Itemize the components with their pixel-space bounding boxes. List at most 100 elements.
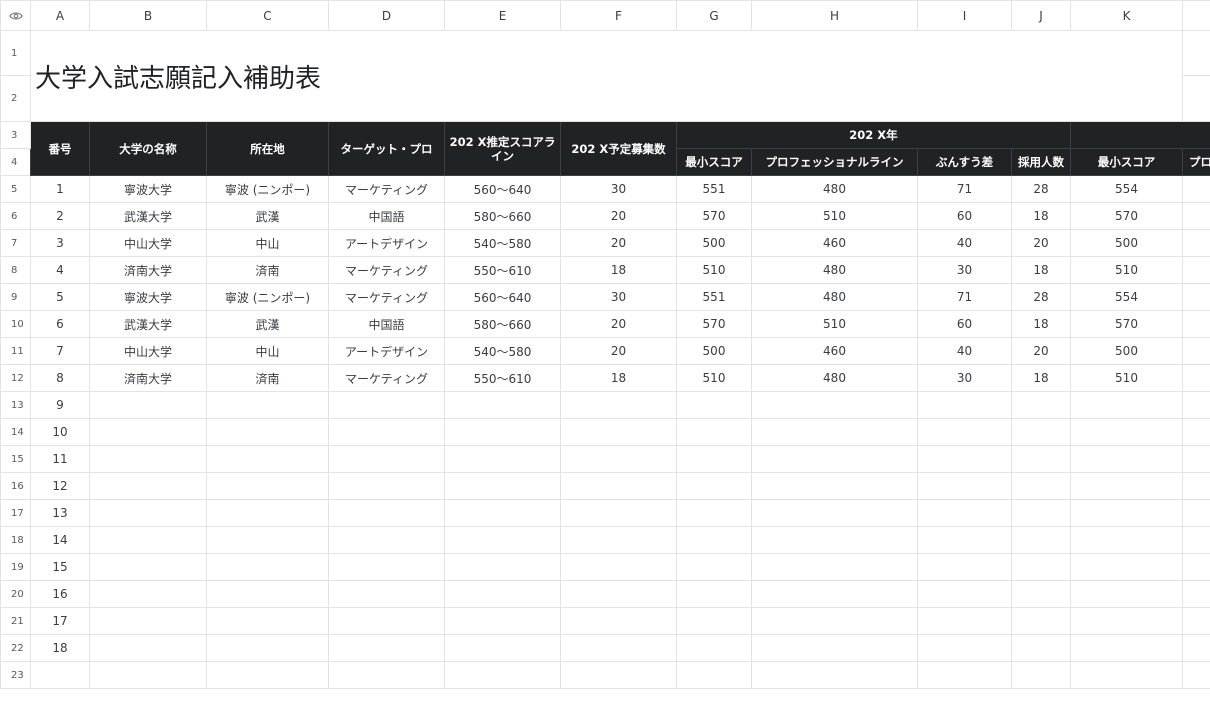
cell-hired-count[interactable]: 28 (1011, 283, 1071, 311)
cell[interactable] (328, 661, 445, 689)
cell[interactable] (1182, 418, 1210, 446)
cell-location[interactable]: 済南 (206, 256, 329, 284)
header-professional-line[interactable]: プロフェッショナルライン (751, 148, 918, 176)
cell[interactable] (89, 580, 207, 608)
column-header-f[interactable]: F (560, 0, 677, 31)
cell[interactable] (1070, 472, 1183, 500)
cell-min-score[interactable]: 570 (676, 202, 752, 230)
cell[interactable] (328, 391, 445, 419)
cell[interactable] (1011, 391, 1071, 419)
cell[interactable] (1070, 607, 1183, 635)
cell[interactable] (1182, 472, 1210, 500)
cell[interactable] (1011, 634, 1071, 662)
column-header-j[interactable]: J (1011, 0, 1071, 31)
cell-program[interactable]: マーケティング (328, 256, 445, 284)
row-number[interactable]: 4 (0, 148, 31, 176)
cell-planned-recruits[interactable]: 20 (560, 337, 677, 365)
cell[interactable] (328, 634, 445, 662)
cell[interactable] (328, 445, 445, 473)
cell-location[interactable]: 中山 (206, 337, 329, 365)
cell[interactable] (917, 553, 1012, 581)
cell[interactable] (206, 418, 329, 446)
cell[interactable] (676, 607, 752, 635)
cell-hired-count[interactable]: 20 (1011, 229, 1071, 257)
cell[interactable] (1182, 283, 1210, 311)
cell-planned-recruits[interactable]: 20 (560, 310, 677, 338)
cell-program[interactable]: マーケティング (328, 364, 445, 392)
cell[interactable] (1182, 229, 1210, 257)
header-min-score[interactable]: 最小スコア (676, 148, 752, 176)
cell[interactable] (1182, 337, 1210, 365)
cell[interactable] (676, 445, 752, 473)
cell-planned-recruits[interactable]: 30 (560, 283, 677, 311)
cell[interactable] (751, 607, 918, 635)
cell[interactable] (1182, 634, 1210, 662)
header-hired-count[interactable]: 採用人数 (1011, 148, 1071, 176)
cell-program[interactable]: 中国語 (328, 310, 445, 338)
cell[interactable] (444, 499, 561, 527)
cell[interactable] (1182, 445, 1210, 473)
cell-professional-line[interactable]: 480 (751, 283, 918, 311)
cell[interactable] (560, 418, 677, 446)
cell-professional-line[interactable]: 510 (751, 202, 918, 230)
cell-score-diff[interactable]: 60 (917, 202, 1012, 230)
row-number[interactable]: 8 (0, 256, 31, 284)
cell[interactable] (89, 445, 207, 473)
cell-number[interactable]: 15 (30, 553, 90, 581)
cell[interactable] (89, 526, 207, 554)
cell[interactable] (676, 391, 752, 419)
column-header-g[interactable]: G (676, 0, 752, 31)
cell[interactable] (1070, 553, 1183, 581)
cell[interactable] (1182, 175, 1210, 203)
cell-number[interactable]: 11 (30, 445, 90, 473)
cell[interactable] (676, 634, 752, 662)
cell[interactable] (89, 634, 207, 662)
cell-number[interactable]: 2 (30, 202, 90, 230)
cell-hired-count[interactable]: 28 (1011, 175, 1071, 203)
cell[interactable] (917, 607, 1012, 635)
cell-professional-line[interactable]: 480 (751, 256, 918, 284)
cell-location[interactable]: 済南 (206, 364, 329, 392)
cell[interactable] (1182, 661, 1210, 689)
cell-professional-line[interactable]: 480 (751, 364, 918, 392)
column-header-b[interactable]: B (89, 0, 207, 31)
row-number[interactable]: 22 (0, 634, 31, 662)
cell[interactable] (1070, 661, 1183, 689)
row-number[interactable]: 9 (0, 283, 31, 311)
cell[interactable] (444, 661, 561, 689)
cell-min-score[interactable]: 510 (676, 364, 752, 392)
cell[interactable] (1011, 499, 1071, 527)
cell-min-score-2[interactable]: 570 (1070, 202, 1183, 230)
row-number[interactable]: 16 (0, 472, 31, 500)
cell-estimated-score[interactable]: 580～660 (444, 310, 561, 338)
cell-number[interactable]: 13 (30, 499, 90, 527)
cell[interactable] (1182, 391, 1210, 419)
cell-min-score-2[interactable]: 510 (1070, 256, 1183, 284)
cell[interactable] (1011, 553, 1071, 581)
cell-planned-recruits[interactable]: 20 (560, 202, 677, 230)
cell[interactable] (1011, 445, 1071, 473)
sheet-title[interactable]: 大学入試志願記入補助表 (30, 30, 1183, 122)
cell-location[interactable]: 中山 (206, 229, 329, 257)
cell[interactable] (1011, 607, 1071, 635)
cell[interactable] (206, 661, 329, 689)
column-header-a[interactable]: A (30, 0, 90, 31)
cell[interactable] (1070, 445, 1183, 473)
header-planned-recruits[interactable]: 202 X予定募集数 (560, 121, 677, 176)
cell-hired-count[interactable]: 18 (1011, 310, 1071, 338)
cell[interactable] (1182, 202, 1210, 230)
cell-estimated-score[interactable]: 560～640 (444, 283, 561, 311)
cell[interactable] (917, 418, 1012, 446)
cell[interactable] (1182, 553, 1210, 581)
cell[interactable] (1182, 75, 1210, 122)
cell[interactable] (1070, 499, 1183, 527)
cell-professional-line[interactable]: 460 (751, 229, 918, 257)
cell[interactable] (917, 526, 1012, 554)
cell-number[interactable]: 9 (30, 391, 90, 419)
select-all-corner[interactable] (0, 0, 31, 31)
cell-score-diff[interactable]: 30 (917, 256, 1012, 284)
row-number[interactable]: 20 (0, 580, 31, 608)
cell-location[interactable]: 寧波 (ニンポー) (206, 283, 329, 311)
cell[interactable] (917, 580, 1012, 608)
cell[interactable] (1070, 526, 1183, 554)
